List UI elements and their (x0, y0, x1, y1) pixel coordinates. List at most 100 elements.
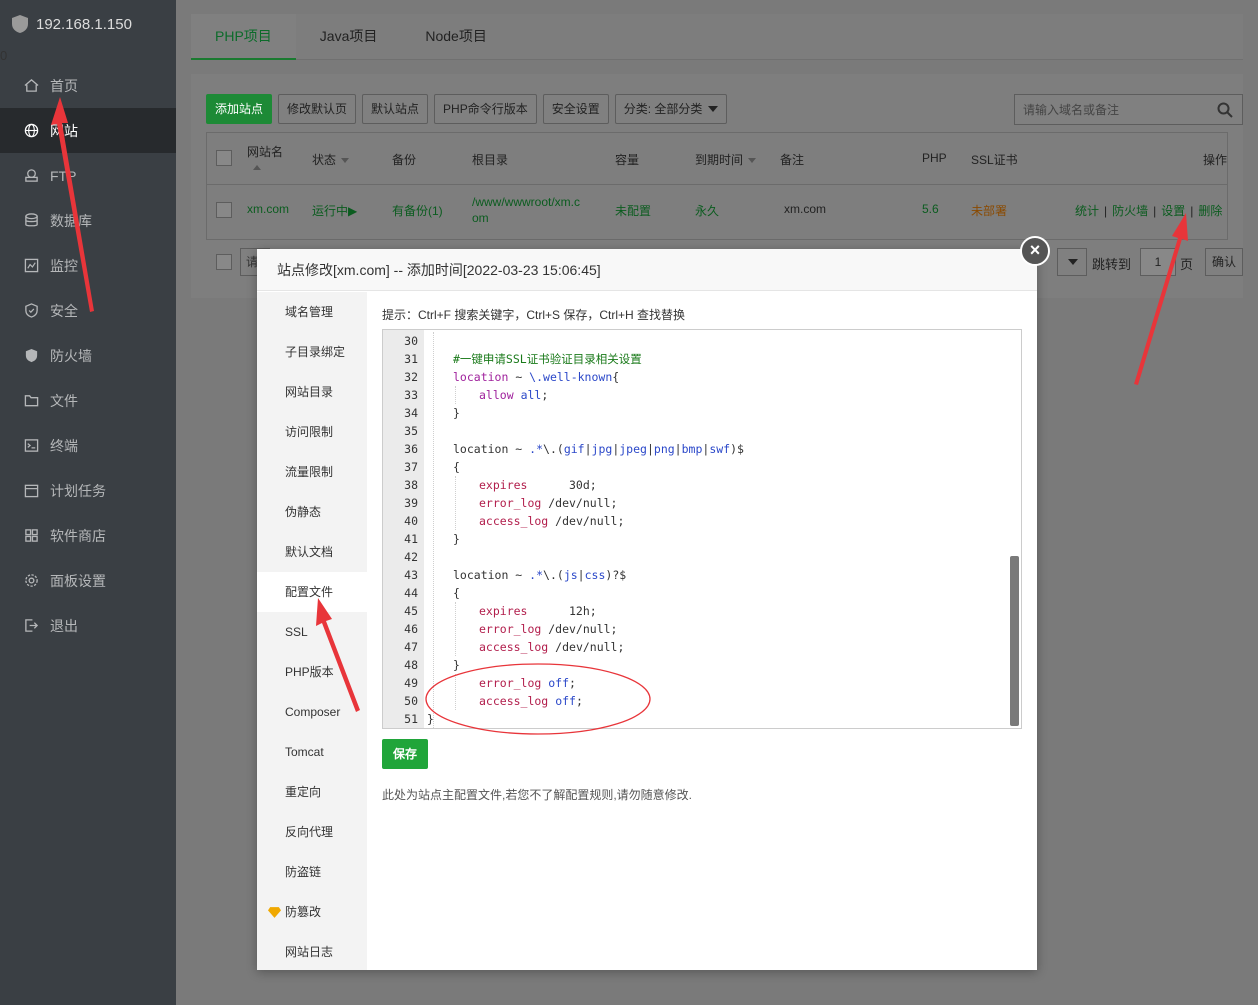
line-number: 48 (404, 658, 418, 672)
modal-menu-item[interactable]: SSL (257, 612, 367, 652)
security-settings-button[interactable]: 安全设置 (542, 94, 609, 124)
sidebar-item-7[interactable]: 文件 (0, 378, 176, 423)
sidebar-item-4[interactable]: 监控 (0, 243, 176, 288)
line-number: 34 (404, 406, 418, 420)
col-ssl: SSL证书 (971, 153, 1018, 167)
sidebar-item-5[interactable]: 安全 (0, 288, 176, 333)
save-button[interactable]: 保存 (382, 739, 428, 769)
indent-guide (433, 332, 434, 728)
site-expire[interactable]: 永久 (695, 202, 719, 219)
ops-separator: | (1190, 204, 1194, 218)
site-root[interactable]: /www/wwwroot/xm.c om (472, 194, 580, 226)
site-remark[interactable]: xm.com (784, 202, 826, 216)
sidebar-item-0[interactable]: 首页 (0, 63, 176, 108)
col-name[interactable]: 网站名 (247, 143, 283, 174)
page-input[interactable]: 1 (1140, 248, 1176, 276)
config-note: 此处为站点主配置文件,若您不了解配置规则,请勿随意修改. (382, 788, 693, 802)
database-icon (23, 213, 39, 229)
page-size-select[interactable] (1057, 248, 1087, 276)
code-editor[interactable]: 30 31 #一键申请SSL证书验证目录相关设置 32 location ~ \.wel… (382, 329, 1022, 729)
modal-menu-item[interactable]: 网站目录 (257, 372, 367, 412)
site-php[interactable]: 5.6 (922, 202, 939, 216)
close-modal-button[interactable]: × (1020, 236, 1050, 266)
sidebar-item-label: 数据库 (50, 212, 92, 229)
tab-java[interactable]: Java项目 (296, 14, 402, 60)
sidebar-item-1[interactable]: 网站 (0, 108, 176, 153)
default-site-button[interactable]: 默认站点 (362, 94, 429, 124)
sidebar-item-label: 退出 (50, 617, 78, 634)
sidebar-item-6[interactable]: 防火墙 (0, 333, 176, 378)
col-expire[interactable]: 到期时间 (695, 151, 757, 168)
modal-menu-item[interactable]: 访问限制 (257, 412, 367, 452)
code-line: } (453, 658, 460, 672)
stats-link[interactable]: 统计 (1075, 204, 1099, 218)
edit-default-page-button[interactable]: 修改默认页 (278, 94, 357, 124)
indent-guide (455, 386, 456, 404)
modal-menu-item[interactable]: 网站日志 (257, 932, 367, 972)
line-number: 33 (404, 388, 418, 402)
site-name-link[interactable]: xm.com (247, 202, 289, 216)
col-remark: 备注 (780, 153, 805, 167)
category-label: 分类: 全部分类 (623, 102, 703, 116)
site-status[interactable]: 运行中▶ (312, 202, 357, 219)
modal-menu-item[interactable]: Composer (257, 692, 367, 732)
site-edit-modal: 站点修改[xm.com] -- 添加时间[2022-03-23 15:06:45… (257, 249, 1037, 970)
sidebar-item-label: 监控 (50, 257, 78, 274)
sidebar-item-8[interactable]: 终端 (0, 423, 176, 468)
modal-menu-item[interactable]: 防盗链 (257, 852, 367, 892)
modal-menu-item[interactable]: 防篡改 (257, 892, 367, 932)
site-ssl[interactable]: 未部署 (971, 202, 1007, 219)
table-header: 网站名 状态 备份 根目录 容量 到期时间 备注 PHP SSL证书 操作 (207, 133, 1227, 185)
select-all-checkbox[interactable] (216, 150, 232, 166)
row-checkbox[interactable] (216, 202, 232, 218)
sidebar-item-9[interactable]: 计划任务 (0, 468, 176, 513)
sidebar-item-10[interactable]: 软件商店 (0, 513, 176, 558)
modal-menu-item[interactable]: Tomcat (257, 732, 367, 772)
sidebar-item-3[interactable]: 数据库 (0, 198, 176, 243)
sidebar-item-2[interactable]: FTP (0, 153, 176, 198)
line-number: 38 (404, 478, 418, 492)
code-line: access_log /dev/null; (479, 514, 625, 528)
tab-php[interactable]: PHP项目 (191, 14, 296, 60)
modal-menu-item[interactable]: 反向代理 (257, 812, 367, 852)
col-status[interactable]: 状态 (312, 151, 350, 168)
col-root: 根目录 (472, 153, 509, 167)
delete-link[interactable]: 删除 (1198, 204, 1222, 218)
modal-menu-item[interactable]: 流量限制 (257, 452, 367, 492)
footer-checkbox[interactable] (216, 254, 232, 270)
col-ops: 操作 (1203, 153, 1228, 167)
search-input[interactable]: 请输入域名或备注 (1014, 94, 1243, 125)
sidebar-item-12[interactable]: 退出 (0, 603, 176, 648)
search-icon[interactable] (1217, 102, 1233, 118)
line-number: 49 (404, 676, 418, 690)
settings-link[interactable]: 设置 (1161, 204, 1185, 218)
shield-icon (23, 303, 39, 319)
gear-icon (23, 573, 39, 589)
modal-menu-item[interactable]: 子目录绑定 (257, 332, 367, 372)
sidebar-item-label: 面板设置 (50, 572, 106, 589)
php-cli-button[interactable]: PHP命令行版本 (434, 94, 537, 124)
notification-badge[interactable]: 0 (0, 48, 7, 63)
modal-menu: 域名管理 子目录绑定 网站目录 访问限制 流量限制 伪静态 默认文档 配置文件 SSL PHP版本… (257, 292, 367, 970)
add-site-button[interactable]: 添加站点 (206, 94, 273, 124)
modal-menu-item[interactable]: 伪静态 (257, 492, 367, 532)
jump-label: 跳转到 (1092, 257, 1132, 272)
code-line: location ~ .*\.(gif|jpg|jpeg|png|bmp|swf… (453, 442, 744, 456)
modal-menu-item[interactable]: 配置文件 (257, 572, 367, 612)
site-backup[interactable]: 有备份(1) (392, 202, 443, 219)
editor-scrollbar[interactable] (1010, 556, 1019, 726)
category-select[interactable]: 分类: 全部分类 (614, 94, 728, 124)
line-number: 50 (404, 694, 418, 708)
firewall-link[interactable]: 防火墙 (1112, 204, 1148, 218)
site-capacity[interactable]: 未配置 (615, 202, 651, 219)
modal-menu-item[interactable]: PHP版本 (257, 652, 367, 692)
tab-node[interactable]: Node项目 (401, 14, 510, 60)
sidebar-item-11[interactable]: 面板设置 (0, 558, 176, 603)
code-line: expires 30d; (479, 478, 597, 492)
indent-guide (455, 476, 456, 530)
ftp-icon (23, 168, 39, 184)
confirm-button[interactable]: 确认 (1205, 248, 1243, 276)
modal-menu-item[interactable]: 域名管理 (257, 292, 367, 332)
modal-menu-item[interactable]: 默认文档 (257, 532, 367, 572)
modal-menu-item[interactable]: 重定向 (257, 772, 367, 812)
